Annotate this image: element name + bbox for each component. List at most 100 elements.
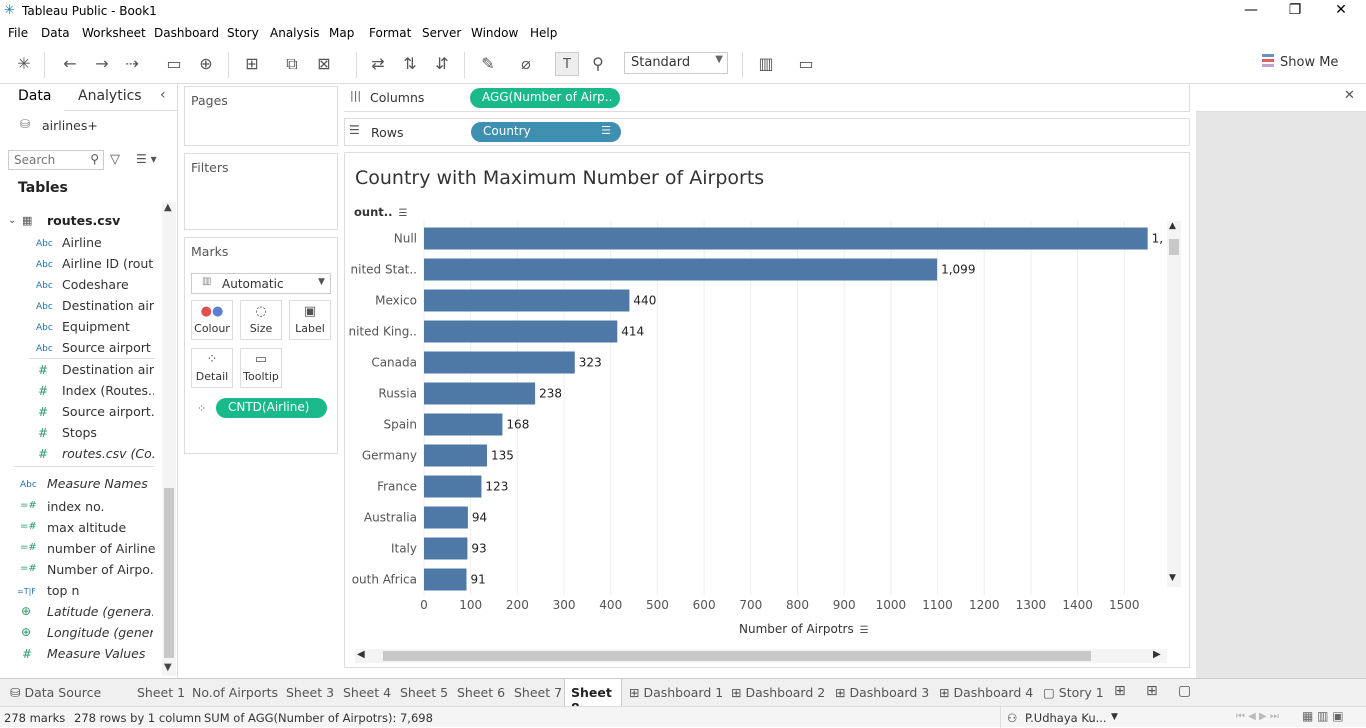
active-sheet-tab[interactable]: Sheet 8 <box>564 679 622 715</box>
sort-ascending-icon[interactable]: ⇅ <box>398 52 422 76</box>
sheet-tab[interactable]: Sheet 5 <box>400 685 448 700</box>
table-name[interactable]: routes.csv <box>47 213 120 228</box>
fit-mode-select[interactable]: Standard ▼ <box>624 52 728 74</box>
scroll-down-icon[interactable]: ▼ <box>164 662 172 673</box>
field-codeshare[interactable]: Codeshare <box>62 277 129 292</box>
category-label[interactable]: Russia <box>378 387 417 401</box>
sort-icon[interactable]: ☰ <box>860 625 869 636</box>
sheet-tab[interactable]: Sheet 6 <box>457 685 505 700</box>
sheet-nav-icons[interactable]: ⏮ ◀ ▶ ⏭ <box>1236 711 1279 722</box>
field-index-no[interactable]: index no. <box>47 499 105 514</box>
field-source-airport[interactable]: Source airport <box>62 340 151 355</box>
detail-button[interactable]: ⁘ Detail <box>191 348 233 388</box>
menu-map[interactable]: Map <box>329 26 354 40</box>
label-button[interactable]: ▣ Label <box>289 300 331 340</box>
rows-pill[interactable]: Country ☰ <box>471 122 621 142</box>
menu-format[interactable]: Format <box>369 26 411 40</box>
new-datasource-icon[interactable]: ⊕ <box>194 52 218 76</box>
field-number-of-airline[interactable]: number of Airline <box>47 541 156 556</box>
menu-analysis[interactable]: Analysis <box>270 26 319 40</box>
category-label[interactable]: outh Africa <box>352 573 417 587</box>
story-tab[interactable]: ▢ Story 1 <box>1043 685 1104 700</box>
dashboard-tab[interactable]: ⊞ Dashboard 2 <box>731 685 825 700</box>
field-equipment[interactable]: Equipment <box>62 319 130 334</box>
menu-worksheet[interactable]: Worksheet <box>82 26 146 40</box>
sheet-tab[interactable]: Sheet 3 <box>286 685 334 700</box>
show-cards-icon[interactable]: ▥ <box>754 52 778 76</box>
scroll-down-icon[interactable]: ▼ <box>1169 573 1176 583</box>
field-max-altitude[interactable]: max altitude <box>47 520 126 535</box>
category-label[interactable]: Spain <box>383 418 417 432</box>
tab-data[interactable]: Data <box>18 88 51 104</box>
group-members-icon[interactable]: ⌀ <box>514 52 538 76</box>
field-source-airport-id[interactable]: Source airport... <box>62 404 154 419</box>
minimize-button[interactable]: — <box>1236 2 1266 22</box>
tab-analytics[interactable]: Analytics <box>78 88 142 104</box>
save-icon[interactable]: ▭ <box>162 52 186 76</box>
duplicate-sheet-icon[interactable]: ⧉ <box>280 52 304 76</box>
fix-axes-icon[interactable]: ⚲ <box>586 52 610 76</box>
bar[interactable] <box>424 227 1148 250</box>
pages-card[interactable]: Pages <box>184 86 338 146</box>
x-axis-title[interactable]: Number of Airpotrs ☰ <box>739 622 869 636</box>
show-mark-labels-icon[interactable]: T <box>555 52 579 76</box>
bar[interactable] <box>424 258 938 281</box>
bar[interactable] <box>424 568 467 591</box>
field-destination-airport-id[interactable]: Destination air... <box>62 362 154 377</box>
sheet-tab[interactable]: Sheet 7 <box>514 685 562 700</box>
bar[interactable] <box>424 351 575 374</box>
field-airline-id[interactable]: Airline ID (rout... <box>62 256 154 271</box>
field-airline[interactable]: Airline <box>62 235 102 250</box>
bar[interactable] <box>424 289 630 312</box>
close-icon[interactable]: ✕ <box>1344 88 1355 103</box>
scroll-up-icon[interactable]: ▲ <box>164 202 172 213</box>
swap-rows-columns-icon[interactable]: ⇄ <box>366 52 390 76</box>
datasource-tab[interactable]: ⛁ Data Source <box>10 685 101 700</box>
bar[interactable] <box>424 537 468 560</box>
new-worksheet-icon[interactable]: ⊞ <box>240 52 264 76</box>
view-layout-icons[interactable]: ▦ ▥ ▣ <box>1302 709 1344 723</box>
bar[interactable] <box>424 320 618 343</box>
field-search-input[interactable] <box>9 151 81 169</box>
field-latitude[interactable]: Latitude (genera... <box>47 604 153 619</box>
field-routes-count[interactable]: routes.csv (Co... <box>62 446 154 461</box>
menu-data[interactable]: Data <box>41 26 70 40</box>
new-story-icon[interactable]: ▢ <box>1178 683 1191 699</box>
category-label[interactable]: Mexico <box>375 294 417 308</box>
bar[interactable] <box>424 382 536 405</box>
category-label[interactable]: Australia <box>364 511 417 525</box>
filter-fields-icon[interactable]: ▽ <box>110 152 120 167</box>
size-button[interactable]: ◌ Size <box>240 300 282 340</box>
user-menu[interactable]: ⚇ P.Udhaya Ku... ▼ <box>1000 707 1124 728</box>
scroll-left-icon[interactable]: ◀ <box>357 649 365 660</box>
field-number-of-airports[interactable]: Number of Airpo... <box>47 562 153 577</box>
menu-dashboard[interactable]: Dashboard <box>154 26 219 40</box>
category-label[interactable]: Canada <box>371 356 417 370</box>
category-label[interactable]: Germany <box>362 449 417 463</box>
field-stops[interactable]: Stops <box>62 425 97 440</box>
bar[interactable] <box>424 444 488 467</box>
field-measure-names[interactable]: Measure Names <box>47 476 148 491</box>
field-top-n[interactable]: top n <box>47 583 79 598</box>
sheet-tab[interactable]: No.of Airports <box>192 685 278 700</box>
dashboard-tab[interactable]: ⊞ Dashboard 3 <box>835 685 929 700</box>
scroll-right-icon[interactable]: ▶ <box>1153 649 1161 660</box>
sheet-tab[interactable]: Sheet 1 <box>137 685 185 700</box>
new-dashboard-icon[interactable]: ⊞ <box>1146 683 1158 699</box>
new-worksheet-icon[interactable]: ⊞ <box>1114 683 1126 699</box>
tableau-home-icon[interactable]: ✳ <box>12 52 36 76</box>
category-label[interactable]: Null <box>394 232 417 246</box>
columns-pill[interactable]: AGG(Number of Airp.. <box>470 88 620 108</box>
presentation-mode-icon[interactable]: ▭ <box>794 52 818 76</box>
show-me-button[interactable]: Show Me <box>1262 54 1338 70</box>
scroll-thumb[interactable] <box>1169 239 1179 255</box>
scroll-thumb[interactable] <box>164 488 174 658</box>
menu-file[interactable]: File <box>8 26 28 40</box>
clear-sheet-icon[interactable]: ⊠ <box>312 52 336 76</box>
field-destination-airport[interactable]: Destination air... <box>62 298 154 313</box>
category-label[interactable]: Italy <box>391 542 417 556</box>
scroll-thumb[interactable] <box>383 651 1091 661</box>
mark-type-select[interactable]: ▥ Automatic ▼ <box>191 273 331 294</box>
view-options-icon[interactable]: ☰ ▾ <box>136 152 157 166</box>
restore-button[interactable]: ❐ <box>1280 2 1310 22</box>
